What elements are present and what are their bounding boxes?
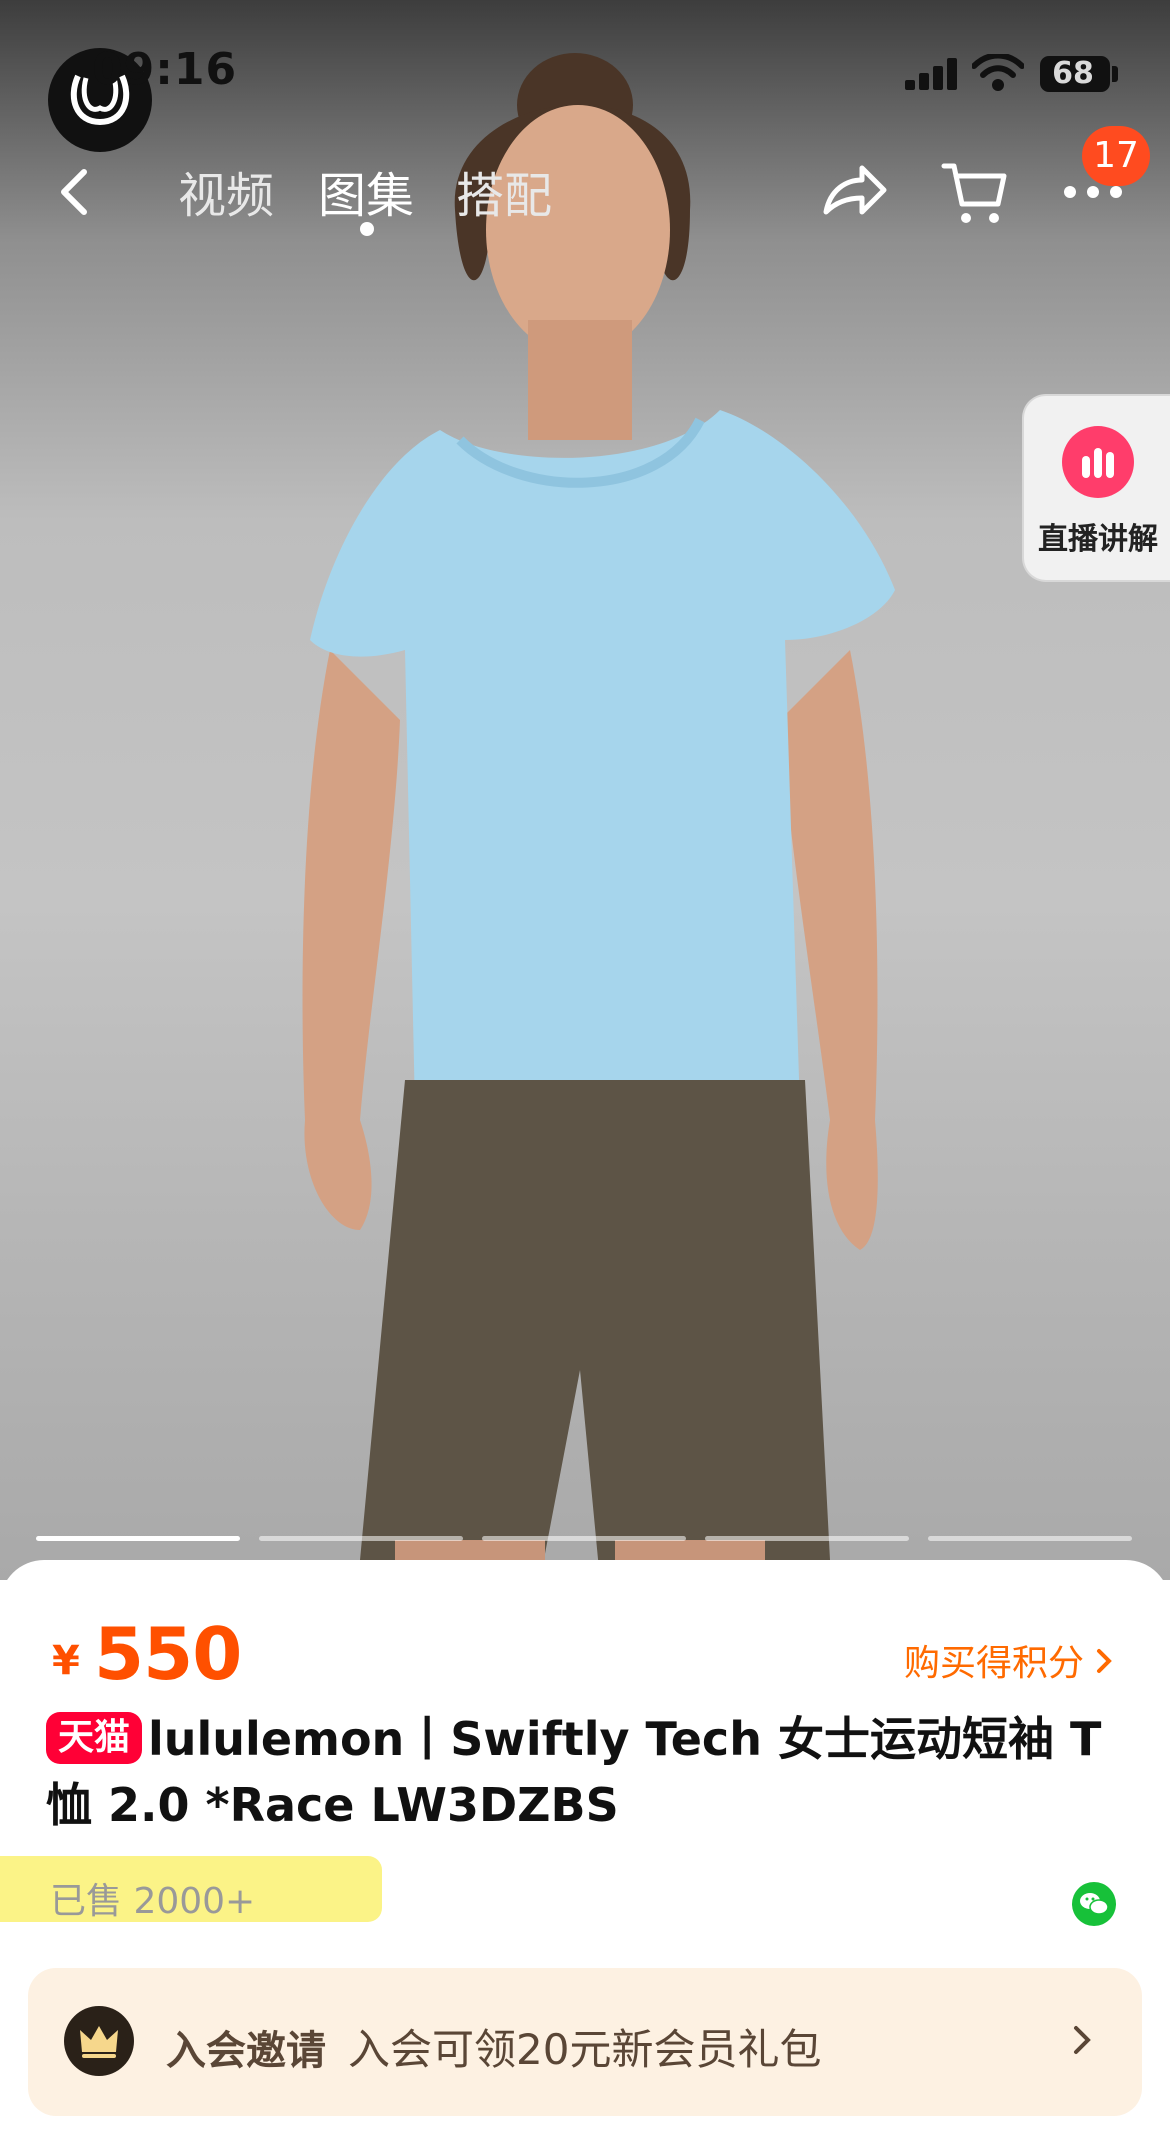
battery-cap [1112,66,1118,82]
wechat-share-icon[interactable] [1072,1882,1116,1926]
price-currency: ¥ [52,1638,80,1684]
points-link-label: 购买得积分 [903,1643,1084,1684]
carousel-indicators [36,1536,1136,1542]
tab-outfit[interactable]: 搭配 [456,156,552,226]
tab-video[interactable]: 视频 [178,156,274,226]
carousel-indicator [928,1536,1132,1541]
battery-icon: 68 [1040,56,1110,92]
carousel-indicator [259,1536,463,1541]
back-arrow-icon[interactable] [44,160,108,224]
cart-icon[interactable] [940,158,1010,228]
status-time: 09:16 [92,44,238,95]
chevron-right-icon [1074,2026,1091,2054]
live-label: 直播讲解 [1038,522,1158,557]
product-title-text: lululemon丨Swiftly Tech 女士运动短袖 T 恤 2.0 *R… [46,1712,1102,1832]
wifi-icon [972,54,1024,91]
tmall-badge: 天猫 [46,1712,143,1764]
product-info-card: ¥ 550 购买得积分 天猫 lululemon丨Swiftly Tech 女士运… [0,1560,1170,2145]
carousel-indicator [705,1536,909,1541]
status-bar: 09:16 68 [0,0,1170,152]
live-bars-icon [1062,426,1134,498]
price-value: 550 [94,1612,242,1696]
tab-gallery[interactable]: 图集 [318,156,414,226]
points-link[interactable]: 购买得积分 [904,1634,1114,1686]
battery-level: 68 [1052,56,1094,91]
product-image[interactable] [0,0,1170,1580]
member-invite-label: 入会邀请 [166,2028,326,2074]
product-title: 天猫 lululemon丨Swiftly Tech 女士运动短袖 T 恤 2.0 … [46,1706,1126,1838]
live-explanation-button[interactable]: 直播讲解 [1022,394,1170,582]
member-offer-text: 入会可领20元新会员礼包 [348,2025,822,2074]
sold-count: 已售 2000+ [50,1881,256,1922]
share-icon[interactable] [820,160,890,224]
notification-badge: 17 [1082,126,1150,186]
crown-icon [64,2006,134,2076]
chevron-right-icon [1094,1643,1114,1684]
signal-icon [905,58,957,90]
carousel-indicator [482,1536,686,1541]
carousel-indicator [36,1536,240,1541]
member-invite-banner[interactable]: 入会邀请 入会可领20元新会员礼包 [28,1968,1142,2116]
active-tab-indicator [360,222,374,236]
